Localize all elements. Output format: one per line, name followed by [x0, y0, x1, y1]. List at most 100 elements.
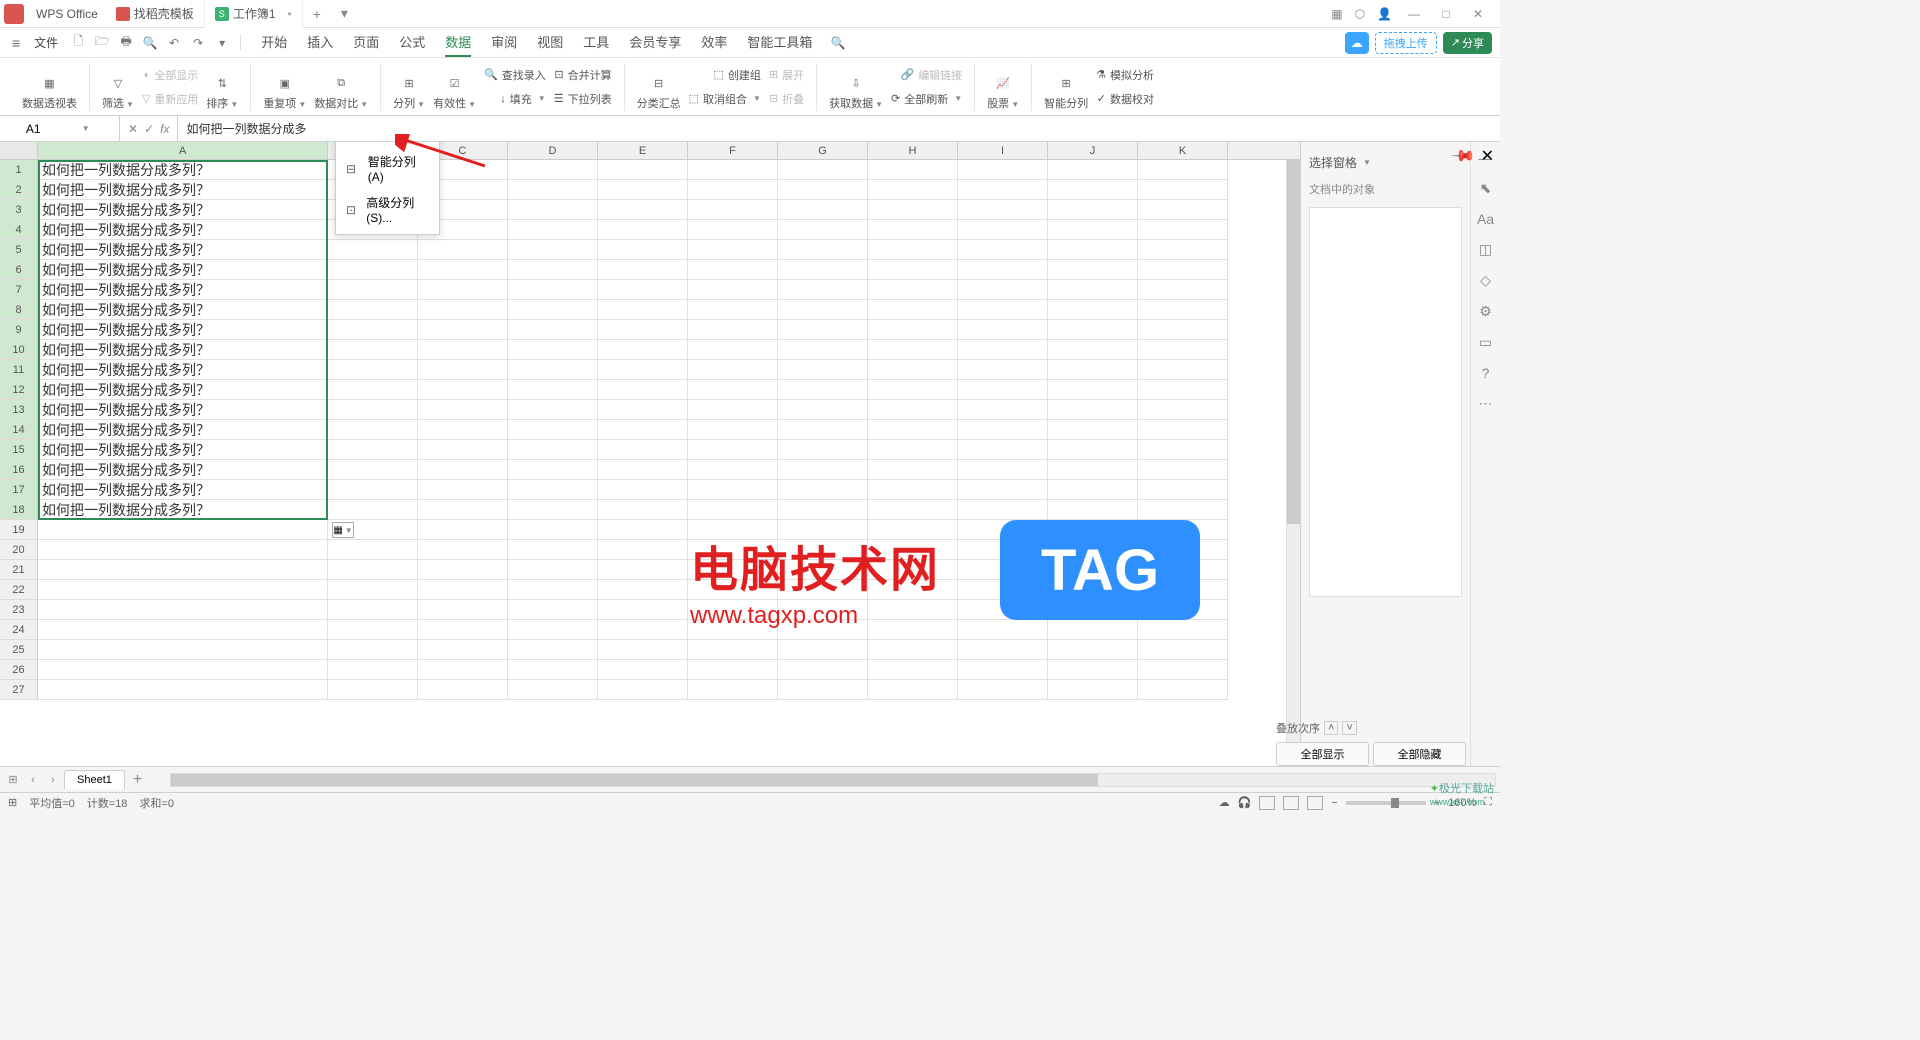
- cell-E16[interactable]: [598, 460, 688, 480]
- cell-J2[interactable]: [1048, 180, 1138, 200]
- cell-E2[interactable]: [598, 180, 688, 200]
- cell-J25[interactable]: [1048, 640, 1138, 660]
- cell-E20[interactable]: [598, 540, 688, 560]
- row-header-2[interactable]: 2: [0, 180, 38, 200]
- cell-D16[interactable]: [508, 460, 598, 480]
- paste-options-button[interactable]: ▦▼: [332, 522, 354, 538]
- help-icon[interactable]: ?: [1482, 365, 1490, 381]
- cell-D12[interactable]: [508, 380, 598, 400]
- fill-button[interactable]: ↓填充▼: [480, 88, 550, 110]
- filter-button[interactable]: ▽筛选▼: [98, 75, 138, 111]
- cell-A13[interactable]: 如何把一列数据分成多列？: [38, 400, 328, 420]
- group-button[interactable]: ⬚创建组: [685, 64, 765, 86]
- undo-icon[interactable]: ↶: [164, 33, 184, 53]
- cell-H4[interactable]: [868, 220, 958, 240]
- cell-K17[interactable]: [1138, 480, 1228, 500]
- cell-A7[interactable]: 如何把一列数据分成多列？: [38, 280, 328, 300]
- show-all-button[interactable]: 全部显示: [1276, 742, 1369, 766]
- col-header-G[interactable]: G: [778, 142, 868, 159]
- cell-F27[interactable]: [688, 680, 778, 700]
- cell-I9[interactable]: [958, 320, 1048, 340]
- zoom-out-button[interactable]: −: [1331, 797, 1337, 809]
- cell-H15[interactable]: [868, 440, 958, 460]
- menu-tab-9[interactable]: 效率: [701, 28, 727, 57]
- cell-G13[interactable]: [778, 400, 868, 420]
- layer-icon[interactable]: ◫: [1479, 241, 1492, 258]
- find-input-button[interactable]: 🔍查找录入: [480, 64, 550, 86]
- cell-K9[interactable]: [1138, 320, 1228, 340]
- cell-K15[interactable]: [1138, 440, 1228, 460]
- cell-G15[interactable]: [778, 440, 868, 460]
- cell-J16[interactable]: [1048, 460, 1138, 480]
- cell-E19[interactable]: [598, 520, 688, 540]
- cell-I26[interactable]: [958, 660, 1048, 680]
- cell-F18[interactable]: [688, 500, 778, 520]
- mode-icon[interactable]: ⊞: [8, 796, 17, 809]
- cell-B27[interactable]: [328, 680, 418, 700]
- view-icon[interactable]: ▭: [1479, 334, 1492, 351]
- cell-H27[interactable]: [868, 680, 958, 700]
- menu-tab-7[interactable]: 工具: [583, 28, 609, 57]
- cell-I17[interactable]: [958, 480, 1048, 500]
- dup-button[interactable]: ▣重复项▼: [259, 75, 310, 111]
- add-sheet-button[interactable]: +: [127, 771, 148, 789]
- zoom-slider[interactable]: [1346, 801, 1426, 805]
- cell-E1[interactable]: [598, 160, 688, 180]
- preview-icon[interactable]: 🔍: [140, 33, 160, 53]
- cell-H7[interactable]: [868, 280, 958, 300]
- redo-icon[interactable]: ↷: [188, 33, 208, 53]
- cell-K14[interactable]: [1138, 420, 1228, 440]
- cell-A8[interactable]: 如何把一列数据分成多列？: [38, 300, 328, 320]
- show-all-button[interactable]: ◐全部显示: [138, 64, 202, 86]
- sim-button[interactable]: ⚗模拟分析: [1092, 64, 1158, 86]
- cell-I7[interactable]: [958, 280, 1048, 300]
- cell-H25[interactable]: [868, 640, 958, 660]
- panel-title[interactable]: 选择窗格▼: [1309, 150, 1462, 175]
- cell-C16[interactable]: [418, 460, 508, 480]
- cell-C9[interactable]: [418, 320, 508, 340]
- cell-H6[interactable]: [868, 260, 958, 280]
- cell-D20[interactable]: [508, 540, 598, 560]
- cell-G11[interactable]: [778, 360, 868, 380]
- cell-D3[interactable]: [508, 200, 598, 220]
- cell-A19[interactable]: [38, 520, 328, 540]
- cell-C8[interactable]: [418, 300, 508, 320]
- select-all-corner[interactable]: [0, 142, 38, 159]
- edit-link-button[interactable]: 🔗编辑链接: [887, 64, 966, 86]
- tab-add-button[interactable]: +: [303, 6, 331, 22]
- cell-B25[interactable]: [328, 640, 418, 660]
- cell-D27[interactable]: [508, 680, 598, 700]
- open-icon[interactable]: 🗁: [92, 33, 112, 53]
- cell-E10[interactable]: [598, 340, 688, 360]
- cell-G1[interactable]: [778, 160, 868, 180]
- cell-A17[interactable]: 如何把一列数据分成多列？: [38, 480, 328, 500]
- cell-C14[interactable]: [418, 420, 508, 440]
- prev-sheet-button[interactable]: ‹: [24, 774, 42, 786]
- cell-I14[interactable]: [958, 420, 1048, 440]
- cell-A11[interactable]: 如何把一列数据分成多列？: [38, 360, 328, 380]
- fullscreen-icon[interactable]: ⛶: [1484, 796, 1492, 809]
- cell-A18[interactable]: 如何把一列数据分成多列？: [38, 500, 328, 520]
- cell-C23[interactable]: [418, 600, 508, 620]
- cell-F1[interactable]: [688, 160, 778, 180]
- name-box[interactable]: A1▼: [0, 116, 120, 141]
- cell-H13[interactable]: [868, 400, 958, 420]
- cell-B16[interactable]: [328, 460, 418, 480]
- fetch-button[interactable]: ⇩获取数据▼: [825, 75, 887, 111]
- cell-D18[interactable]: [508, 500, 598, 520]
- cell-G20[interactable]: [778, 540, 868, 560]
- cell-I18[interactable]: [958, 500, 1048, 520]
- cell-E12[interactable]: [598, 380, 688, 400]
- cell-B13[interactable]: [328, 400, 418, 420]
- cell-C12[interactable]: [418, 380, 508, 400]
- cell-E7[interactable]: [598, 280, 688, 300]
- formula-input[interactable]: 如何把一列数据分成多: [178, 120, 1500, 137]
- close-button[interactable]: ✕: [1468, 7, 1488, 21]
- next-sheet-button[interactable]: ›: [44, 774, 62, 786]
- cell-H10[interactable]: [868, 340, 958, 360]
- subtotal-button[interactable]: ⊟分类汇总: [633, 75, 685, 111]
- cell-E8[interactable]: [598, 300, 688, 320]
- cell-K16[interactable]: [1138, 460, 1228, 480]
- horizontal-scrollbar[interactable]: [170, 773, 1496, 787]
- cell-E27[interactable]: [598, 680, 688, 700]
